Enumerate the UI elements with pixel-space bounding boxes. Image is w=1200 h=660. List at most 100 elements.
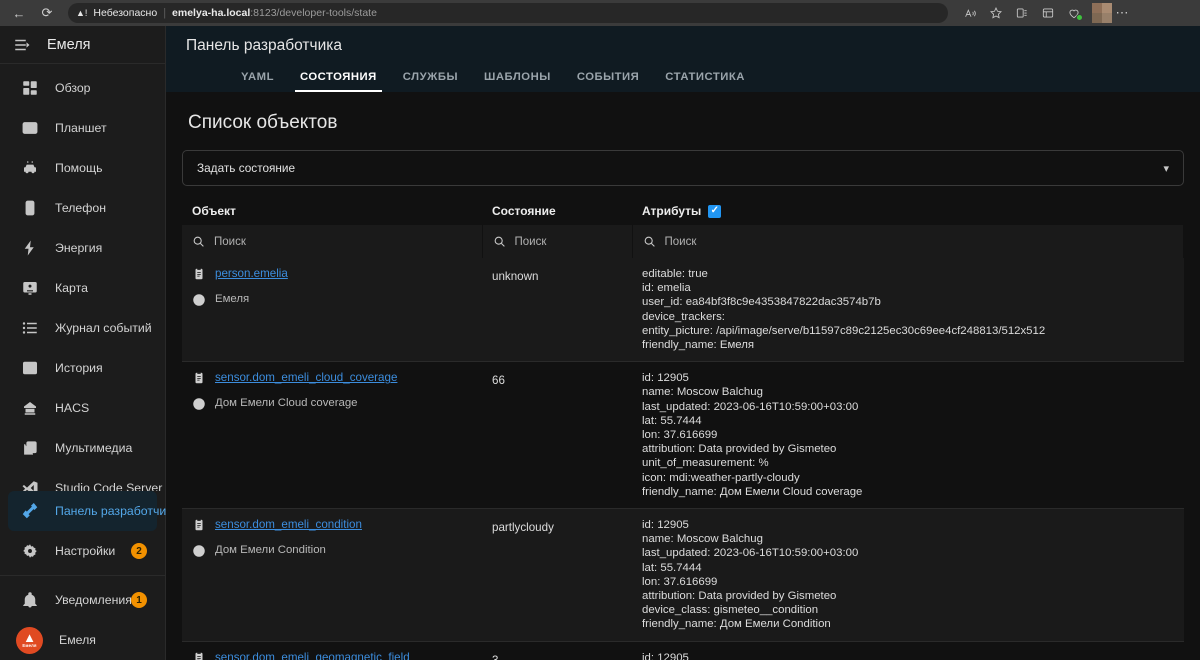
sidebar-item-pomosch[interactable]: Помощь [8,148,157,188]
entities-panel: Список объектов Задать состояние ▾ Объек… [166,92,1200,660]
attribute-line: id: 12905 [642,651,689,660]
attribute-line: unit_of_measurement: % [642,457,769,470]
entity-friendly-name: Дом Емели Cloud coverage [215,397,358,410]
map-icon [20,279,39,298]
info-icon[interactable] [192,544,206,563]
back-arrow-icon[interactable]: ← [6,2,32,24]
entity-id-link[interactable]: person.emelia [215,267,288,280]
split-screen-icon[interactable] [1062,2,1086,24]
sidebar-item-label: Уведомления [55,593,132,607]
entity-state-value: unknown [492,270,539,283]
sidebar-item-label: Помощь [55,161,103,175]
search-cell-attributes[interactable]: Поиск [632,225,1184,258]
sidebar-item-telefon[interactable]: Телефон [8,188,157,228]
sidebar-item-settings[interactable]: Настройки 2 [8,531,157,571]
table-body: person.emelia Емеля unknown editable: true i… [182,258,1184,660]
browser-essentials-icon[interactable] [1036,2,1060,24]
column-header-entity[interactable]: Объект [182,204,482,225]
table-row[interactable]: person.emelia Емеля unknown editable: true i… [182,258,1184,363]
table-head: Объект Состояние Атрибуты ✓ Поиск Поиск … [182,204,1184,258]
sidebar-item-planshet[interactable]: Планшет [8,108,157,148]
attribute-line: editable: true [642,268,708,280]
sidebar-item-studio-code-server[interactable]: Studio Code Server [8,468,162,491]
browser-toolbar: ← ⟳ ▲! Небезопасно | emelya-ha.local:812… [0,0,1200,26]
cell-attributes: editable: true id: emelia user_id: ea84bf3… [632,258,1184,363]
sidebar-header: Емеля [0,26,165,64]
tab-statistics[interactable]: СТАТИСТИКА [652,65,758,92]
entities-table: Объект Состояние Атрибуты ✓ Поиск Поиск … [182,204,1184,660]
entity-friendly-name: Дом Емели Condition [215,544,326,557]
cell-entity[interactable]: person.emelia Емеля [182,258,482,363]
sidebar-bottom-group: Панель разработчика Настройки 2 Уведомле… [0,491,179,660]
sidebar-item-label: Энергия [55,241,103,255]
cell-attributes: id: 12905name: Moscow Balchuglast_update… [632,641,1184,660]
profile-avatar[interactable] [1092,3,1112,23]
reload-icon[interactable]: ⟳ [34,2,60,24]
media-icon [20,439,39,458]
table-row[interactable]: sensor.dom_emeli_cloud_coverage Дом Емели… [182,361,1184,510]
set-state-select[interactable]: Задать состояние ▾ [182,150,1184,186]
sidebar-item-notifications[interactable]: Уведомления 1 [8,580,157,620]
entity-state-value: 66 [492,374,505,388]
table-row[interactable]: sensor.dom_emeli_geomagnetic_fieldДом Ем… [182,641,1184,660]
search-cell-entity[interactable]: Поиск [182,225,483,258]
tab-yaml[interactable]: YAML [228,65,287,92]
entity-friendly-name: Емеля [215,293,250,305]
address-path: :8123/developer-tools/state [250,7,377,19]
sidebar-item-label: HACS [55,401,90,415]
address-host: emelya-ha.local [172,7,251,19]
sidebar-item-label: Емеля [59,633,96,647]
sidebar-item-istoriya[interactable]: История [8,348,157,388]
entity-state-value: partlycloudy [492,521,554,535]
sidebar-item-multimedia[interactable]: Мультимедиа [8,428,157,468]
cell-entity[interactable]: sensor.dom_emeli_condition Дом Емели Cond… [182,508,482,642]
sidebar-item-energiya[interactable]: Энергия [8,228,157,268]
tab-templates[interactable]: ШАБЛОНЫ [471,65,564,92]
sidebar-item-developer-tools[interactable]: Панель разработчика [8,491,179,531]
tab-events[interactable]: СОБЫТИЯ [564,65,652,92]
collections-icon[interactable] [1010,2,1034,24]
favorite-star-icon[interactable] [984,2,1008,24]
search-cell-state[interactable]: Поиск [482,225,633,258]
tab-services[interactable]: СЛУЖБЫ [390,65,471,92]
attribute-line: friendly_name: Емеля [642,339,755,352]
attribute-line: last_updated: 2023-06-16T10:59:00+03:00 [642,400,859,413]
attributes-checkbox[interactable]: ✓ [708,204,722,218]
clipboard-icon [192,651,206,660]
address-bar[interactable]: ▲! Небезопасно | emelya-ha.local:8123/de… [68,3,948,23]
search-icon [644,236,655,247]
table-row[interactable]: sensor.dom_emeli_condition Дом Емели Cond… [182,508,1184,642]
tab-states[interactable]: СОСТОЯНИЯ [287,65,390,92]
read-aloud-icon[interactable] [958,2,982,24]
sidebar-item-karta[interactable]: Карта [8,268,157,308]
info-icon[interactable] [192,293,206,312]
column-label: Состояние [492,204,556,218]
cell-entity[interactable]: sensor.dom_emeli_geomagnetic_fieldДом Ем… [182,641,482,660]
sidebar-item-label: Журнал событий [55,321,152,335]
sidebar-item-label: Обзор [55,81,91,95]
attribute-line: attribution: Data provided by Gismeteo [642,443,837,456]
entity-id-link[interactable]: sensor.dom_emeli_cloud_coverage [215,371,397,384]
section-title: Список объектов [188,112,338,133]
vscode-icon [20,479,39,491]
sidebar-item-zhurnal-sobytiy[interactable]: Журнал событий [8,308,157,348]
browser-more-icon[interactable]: ⋯ [1114,5,1130,21]
entity-id-link[interactable]: sensor.dom_emeli_geomagnetic_field [215,651,410,660]
menu-collapse-icon[interactable] [12,35,31,54]
column-header-state[interactable]: Состояние [482,204,632,225]
table-header-row: Объект Состояние Атрибуты ✓ [182,204,1184,225]
sidebar-item-hacs[interactable]: HACS [8,388,157,428]
cell-state: 66 [482,361,632,510]
settings-badge: 2 [131,543,147,559]
cell-entity[interactable]: sensor.dom_emeli_cloud_coverage Дом Емели… [182,361,482,510]
logbook-icon [20,319,39,338]
sidebar-item-obzor[interactable]: Обзор [8,68,157,108]
security-warning-label: Небезопасно [93,7,158,19]
sidebar-item-label: Планшет [55,121,107,135]
bell-icon [20,591,39,610]
sidebar-item-user[interactable]: ▲ Емеля Емеля [8,620,157,660]
info-icon[interactable] [192,397,206,416]
entity-id-link[interactable]: sensor.dom_emeli_condition [215,518,362,531]
column-header-attributes[interactable]: Атрибуты ✓ [632,204,1184,225]
avatar-label: Емеля [22,643,37,649]
